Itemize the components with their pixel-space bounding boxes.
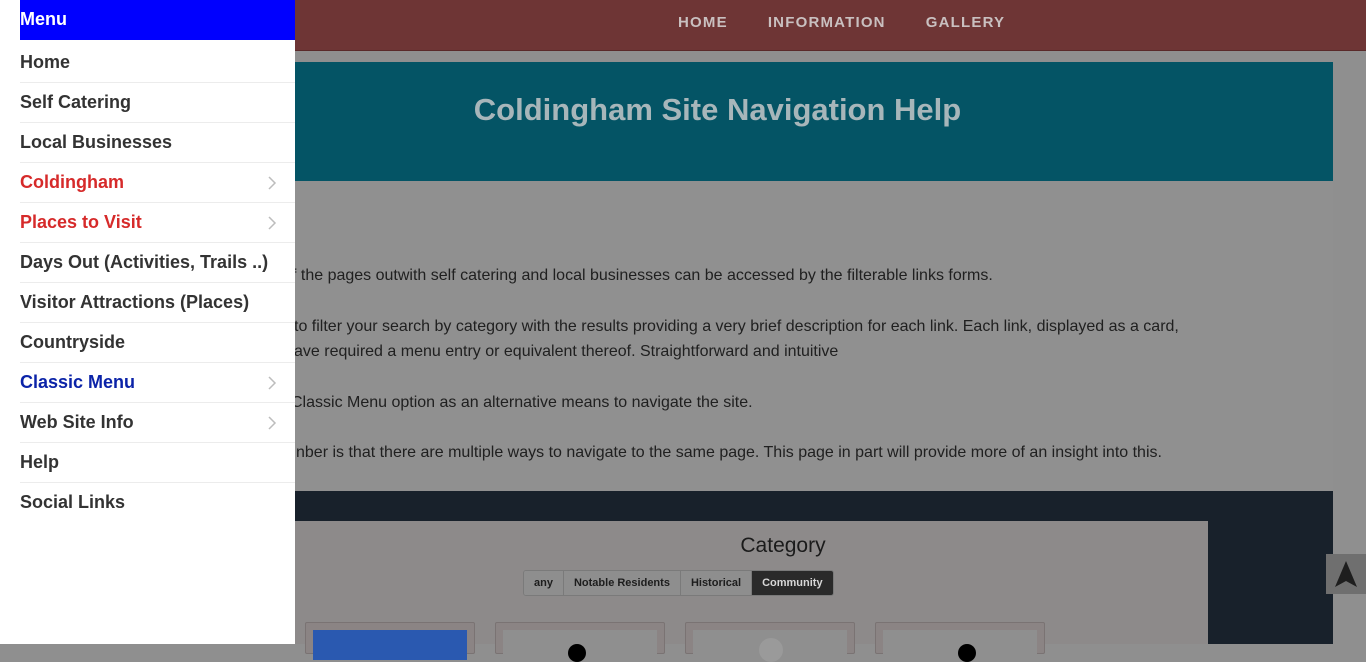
- filter-notable-residents[interactable]: Notable Residents: [563, 571, 681, 595]
- intro-paragraph-3: Classic Menu option as an alternative me…: [291, 394, 753, 411]
- menu-item-label: Self Catering: [20, 92, 132, 112]
- category-filter-group: any Notable Residents Historical Communi…: [523, 570, 834, 596]
- chevron-right-icon[interactable]: [268, 216, 277, 230]
- menu-item-places-to-visit[interactable]: Places to Visit: [20, 203, 295, 243]
- nav-link-home[interactable]: HOME: [658, 14, 748, 31]
- menu-item-label: Classic Menu: [20, 372, 136, 392]
- menu-item-days-out[interactable]: Days Out (Activities, Trails ..): [20, 243, 295, 283]
- menu-item-label: Places to Visit: [20, 212, 142, 232]
- category-title: Category: [740, 534, 826, 557]
- menu-item-home[interactable]: Home: [20, 43, 295, 83]
- link-card[interactable]: [305, 622, 475, 660]
- menu-item-label: Help: [20, 452, 60, 472]
- menu-item-label: Local Businesses: [20, 132, 173, 152]
- menu-item-label: Web Site Info: [20, 412, 134, 432]
- navigation-arrow-icon: [1335, 561, 1357, 587]
- drawer-header: Menu: [20, 0, 295, 40]
- intro-paragraph-1: f the pages outwith self catering and lo…: [292, 267, 993, 284]
- filter-any[interactable]: any: [524, 571, 564, 595]
- menu-item-label: Coldingham: [20, 172, 124, 192]
- menu-item-help[interactable]: Help: [20, 443, 295, 483]
- avatar-icon: [568, 644, 586, 662]
- menu-item-social-links[interactable]: Social Links: [20, 483, 295, 522]
- scroll-to-top-button[interactable]: [1326, 554, 1366, 594]
- card-image: [503, 630, 657, 662]
- menu-item-countryside[interactable]: Countryside: [20, 323, 295, 363]
- menu-item-label: Visitor Attractions (Places): [20, 292, 250, 312]
- menu-item-coldingham[interactable]: Coldingham: [20, 163, 295, 203]
- intro-paragraph-2-line-1: to filter your search by category with t…: [294, 318, 1179, 335]
- menu-item-local-businesses[interactable]: Local Businesses: [20, 123, 295, 163]
- link-card[interactable]: [685, 622, 855, 662]
- menu-item-classic-menu[interactable]: Classic Menu: [20, 363, 295, 403]
- card-image: [883, 630, 1037, 662]
- filter-community[interactable]: Community: [752, 571, 833, 595]
- avatar-icon: [958, 644, 976, 662]
- nav-link-information[interactable]: INFORMATION: [748, 14, 906, 31]
- side-menu-drawer: Menu Home Self Catering Local Businesses…: [0, 0, 295, 644]
- top-nav: HOME INFORMATION GALLERY: [658, 14, 1025, 31]
- card-image: [693, 630, 847, 662]
- intro-paragraph-2-line-2: ave required a menu entry or equivalent …: [294, 343, 839, 360]
- drawer-menu-list: Home Self Catering Local Businesses Cold…: [20, 43, 295, 522]
- menu-item-self-catering[interactable]: Self Catering: [20, 83, 295, 123]
- filter-historical[interactable]: Historical: [680, 571, 753, 595]
- card-image: [313, 630, 467, 660]
- menu-item-visitor-attractions[interactable]: Visitor Attractions (Places): [20, 283, 295, 323]
- link-card[interactable]: [495, 622, 665, 662]
- chevron-right-icon[interactable]: [268, 416, 277, 430]
- nav-link-gallery[interactable]: GALLERY: [906, 14, 1026, 31]
- menu-item-web-site-info[interactable]: Web Site Info: [20, 403, 295, 443]
- menu-item-label: Home: [20, 52, 71, 72]
- chevron-right-icon[interactable]: [268, 376, 277, 390]
- chevron-right-icon[interactable]: [268, 176, 277, 190]
- menu-item-label: Social Links: [20, 492, 126, 512]
- link-card[interactable]: [875, 622, 1045, 662]
- menu-item-label: Countryside: [20, 332, 126, 352]
- drawer-title: Menu: [20, 9, 67, 29]
- menu-item-label: Days Out (Activities, Trails ..): [20, 252, 269, 272]
- intro-paragraph-4: nber is that there are multiple ways to …: [296, 444, 1162, 461]
- avatar-icon: [759, 638, 783, 662]
